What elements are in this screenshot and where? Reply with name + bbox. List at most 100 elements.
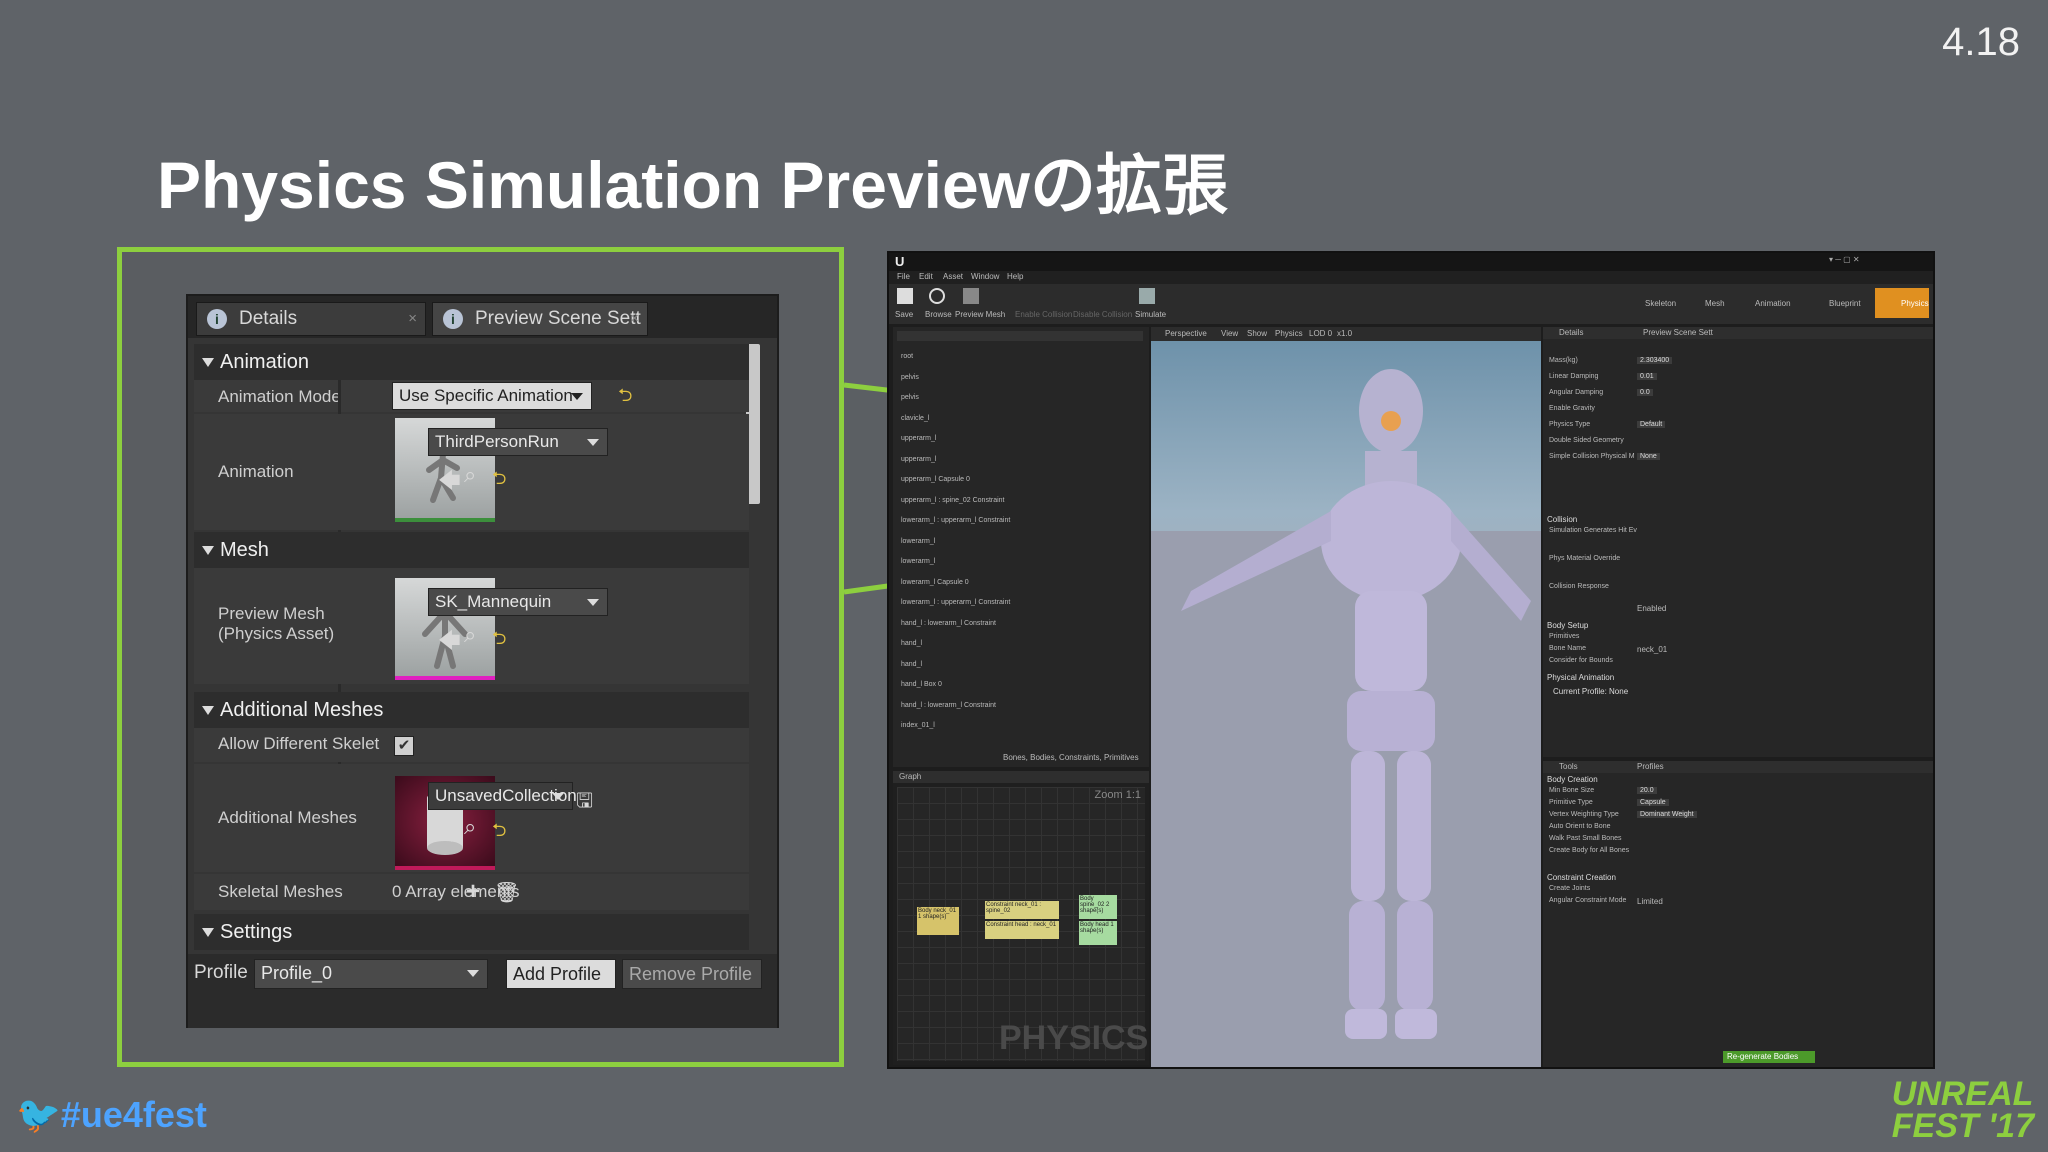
simulate-icon[interactable] [1139,288,1155,304]
additional-meshes-picker[interactable]: UnsavedCollection [428,782,577,810]
save-disk-icon[interactable]: 🖫 [576,786,593,820]
close-icon[interactable]: × [408,303,417,335]
tree-item[interactable]: root [901,353,913,360]
preview-mesh-picker[interactable]: SK_Mannequin [428,588,608,616]
tree-item[interactable]: index_01_l [901,722,935,729]
menu-window[interactable]: Window [971,272,999,281]
physics-property[interactable]: Double Sided Geometry [1549,437,1624,444]
body-creation-property-value[interactable]: Dominant Weight [1637,811,1697,818]
body-creation-property-value[interactable]: 20.0 [1637,787,1657,794]
viewport-show[interactable]: Show [1247,329,1267,338]
use-selected-arrow-icon[interactable]: 🡄 [438,464,461,502]
section-animation[interactable]: Animation [194,344,749,380]
regenerate-bodies-button[interactable]: Re-generate Bodies [1723,1051,1815,1063]
close-icon[interactable]: × [630,303,639,335]
add-profile-button[interactable]: Add Profile [506,959,616,989]
constraint-property[interactable]: Angular Constraint Mode [1549,897,1626,904]
use-selected-arrow-icon[interactable]: 🡄 [438,816,461,854]
physics-property[interactable]: Mass(kg) [1549,357,1578,364]
body-setup-header[interactable]: Body Setup [1547,621,1588,630]
collision-property[interactable]: Collision Response [1549,583,1609,590]
tree-item[interactable]: pelvis [901,374,919,381]
body-setup-property[interactable]: Consider for Bounds [1549,657,1613,664]
tree-item[interactable]: hand_l : lowerarm_l Constraint [901,702,996,709]
collision-property[interactable]: Phys Material Override [1549,555,1620,562]
body-creation-property[interactable]: Min Bone Size [1549,787,1594,794]
toolbar-disable-collision[interactable]: Disable Collision [1073,310,1132,319]
mode-skeleton[interactable]: Skeleton [1645,299,1676,308]
physics-property[interactable]: Simple Collision Physical M [1549,453,1635,460]
tree-item[interactable]: upperarm_l Capsule 0 [901,476,970,483]
toolbar-enable-collision[interactable]: Enable Collision [1015,310,1072,319]
toolbar-save[interactable]: Save [895,310,913,319]
preview-mesh-icon[interactable] [963,288,979,304]
section-mesh[interactable]: Mesh [194,532,749,568]
body-creation-property-value[interactable]: Capsule [1637,799,1669,806]
viewport-physics[interactable]: Physics [1275,329,1303,338]
tree-item[interactable]: upperarm_l : spine_02 Constraint [901,497,1005,504]
constraint-creation-header[interactable]: Constraint Creation [1547,873,1616,882]
animation-mode-dropdown[interactable]: Use Specific Animation [392,382,592,410]
bone-name-value[interactable]: neck_01 [1637,645,1667,654]
body-creation-header[interactable]: Body Creation [1547,775,1598,784]
tab-profiles[interactable]: Profiles [1637,762,1664,771]
skeleton-search-box[interactable] [897,331,1143,341]
viewport-view[interactable]: View [1221,329,1238,338]
tree-item[interactable]: lowerarm_l Capsule 0 [901,579,969,586]
menu-asset[interactable]: Asset [943,272,963,281]
body-creation-property[interactable]: Vertex Weighting Type [1549,811,1619,818]
tree-item[interactable]: hand_l [901,661,922,668]
mode-animation[interactable]: Animation [1755,299,1791,308]
add-element-plus-icon[interactable]: + [466,878,480,906]
tree-item[interactable]: lowerarm_l : upperarm_l Constraint [901,517,1010,524]
physics-property-value[interactable]: Default [1637,421,1666,428]
body-creation-property[interactable]: Create Body for All Bones [1549,847,1629,854]
browse-icon[interactable] [929,288,945,304]
viewport-lod[interactable]: LOD 0 [1309,329,1332,338]
angular-mode-value[interactable]: Limited [1637,897,1663,906]
reset-arrow-icon[interactable]: ⮌ [492,818,506,848]
toolbar-browse[interactable]: Browse [925,310,952,319]
tree-item[interactable]: lowerarm_l [901,538,935,545]
body-creation-property[interactable]: Walk Past Small Bones [1549,835,1622,842]
physics-property-value[interactable]: 0.0 [1637,389,1653,396]
remove-profile-button[interactable]: Remove Profile [622,959,762,989]
mode-mesh[interactable]: Mesh [1705,299,1725,308]
menu-help[interactable]: Help [1007,272,1023,281]
physics-property-value[interactable]: 2.303400 [1637,357,1673,364]
toolbar-simulate[interactable]: Simulate [1135,310,1166,319]
tree-item[interactable]: hand_l : lowerarm_l Constraint [901,620,996,627]
graph-node-body-neck[interactable]: Body neck_01 1 shape(s) [917,907,959,935]
collision-property[interactable]: Simulation Generates Hit Ev [1549,527,1637,534]
tab-graph[interactable]: Graph [899,772,921,781]
animation-asset-picker[interactable]: ThirdPersonRun [428,428,608,456]
graph-node-body-head[interactable]: Body head 1 shape(s) [1079,921,1117,945]
viewport[interactable]: Perspective View Show Physics LOD 0 x1.0 [1151,327,1541,1067]
tree-item[interactable]: hand_l Box 0 [901,681,942,688]
allow-different-skeletons-checkbox[interactable]: ✔ [394,736,414,756]
body-creation-property[interactable]: Primitive Type [1549,799,1593,806]
trash-icon[interactable]: 🗑 [494,880,519,905]
tab-tools[interactable]: Tools [1559,762,1578,771]
reset-arrow-icon[interactable]: ⮌ [618,383,632,413]
tab-editor-preview-scene[interactable]: Preview Scene Sett [1643,328,1713,337]
browse-search-icon[interactable]: ⌕ [464,622,476,648]
graph-node-constraint-neck[interactable]: Constraint neck_01 : spine_02 [985,901,1059,919]
tree-filter-label[interactable]: Bones, Bodies, Constraints, Primitives [1003,753,1139,762]
reset-arrow-icon[interactable]: ⮌ [492,466,506,496]
collision-header[interactable]: Collision [1547,515,1577,524]
save-icon[interactable] [897,288,913,304]
tab-preview-scene-settings[interactable]: i Preview Scene Sett × [432,302,648,336]
physics-property[interactable]: Linear Damping [1549,373,1598,380]
physics-property[interactable]: Angular Damping [1549,389,1603,396]
tree-item[interactable]: clavicle_l [901,415,929,422]
graph-node-body-spine[interactable]: Body spine_02 2 shape(s) [1079,895,1117,919]
body-setup-property[interactable]: Bone Name [1549,645,1586,652]
body-creation-property[interactable]: Auto Orient to Bone [1549,823,1610,830]
collision-response-value[interactable]: Enabled [1637,604,1666,613]
section-settings[interactable]: Settings [194,914,749,950]
physics-property-value[interactable]: 0.01 [1637,373,1657,380]
tree-item[interactable]: upperarm_l [901,435,936,442]
mode-physics-active[interactable]: Physics [1875,288,1929,318]
toolbar-preview-mesh[interactable]: Preview Mesh [955,310,1005,319]
